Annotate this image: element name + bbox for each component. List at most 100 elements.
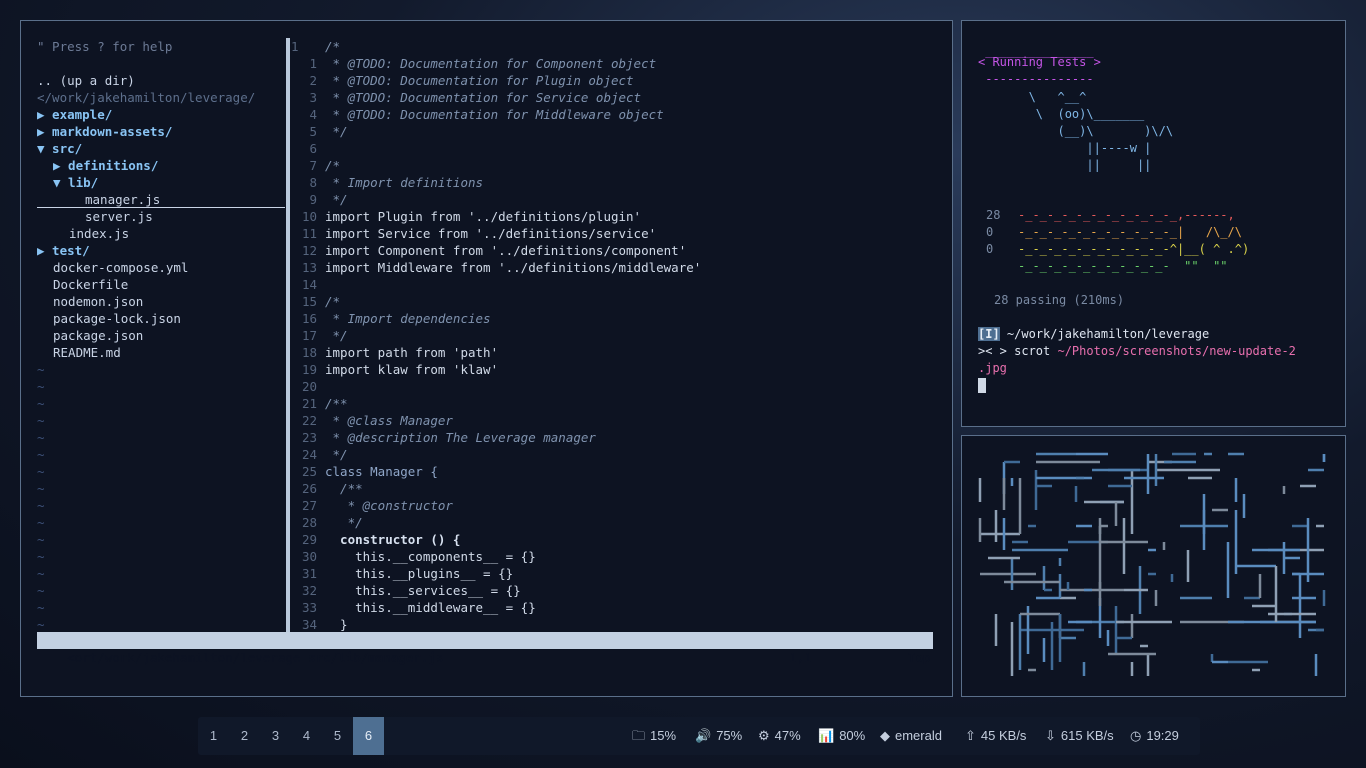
tree-empty-line[interactable]: ~: [37, 378, 45, 395]
code-line[interactable]: 27 * @constructor: [291, 497, 453, 514]
maze-window[interactable]: [961, 435, 1346, 697]
code-line[interactable]: 29 constructor () {: [291, 531, 461, 548]
tree-empty-line[interactable]: ~: [37, 582, 45, 599]
code-line[interactable]: 23 * @description The Leverage manager: [291, 429, 596, 446]
code-line[interactable]: 20: [291, 378, 325, 395]
code-line[interactable]: 22 * @class Manager: [291, 412, 453, 429]
tree-folder[interactable]: ▶ markdown-assets/: [37, 123, 172, 140]
tree-empty-line[interactable]: ~: [37, 429, 45, 446]
code-line[interactable]: 26 /**: [291, 480, 363, 497]
workspace-3[interactable]: 3: [260, 717, 291, 755]
line-text: constructor () {: [325, 532, 461, 547]
code-line[interactable]: 8 * Import definitions: [291, 174, 483, 191]
code-line[interactable]: 4 * @TODO: Documentation for Middleware …: [291, 106, 663, 123]
command-line[interactable]: >< > scrot ~/Photos/screenshots/new-upda…: [978, 343, 1296, 360]
tree-empty-line[interactable]: ~: [37, 412, 45, 429]
line-text: /*: [325, 39, 341, 54]
tree-file[interactable]: package-lock.json: [53, 310, 181, 327]
tree-folder[interactable]: ▼ src/: [37, 140, 82, 157]
wifi-name: emerald: [895, 728, 942, 743]
code-line[interactable]: 5 */: [291, 123, 347, 140]
tree-empty-line[interactable]: ~: [37, 548, 45, 565]
tree-empty-line[interactable]: ~: [37, 463, 45, 480]
tree-help[interactable]: " Press ? for help: [37, 38, 172, 55]
clock[interactable]: ◷ 19:29: [1130, 717, 1179, 755]
workspace-5[interactable]: 5: [322, 717, 353, 755]
code-line[interactable]: 11 import Service from '../definitions/se…: [291, 225, 656, 242]
status-position: 1,1: [789, 650, 812, 665]
tree-empty-line[interactable]: ~: [37, 497, 45, 514]
nyan-line: -_-_-_-_-_-_-_-_-_-_- "" "": [986, 258, 1228, 275]
code-line[interactable]: 34 }: [291, 616, 348, 633]
vim-window[interactable]: " Press ? for help .. (up a dir) </work/ja…: [20, 20, 953, 697]
tree-empty-line[interactable]: ~: [37, 480, 45, 497]
tree-file[interactable]: README.md: [53, 344, 121, 361]
upload-status[interactable]: ⇧ 45 KB/s: [965, 717, 1026, 755]
code-line[interactable]: 7 /*: [291, 157, 340, 174]
workspace-1[interactable]: 1: [198, 717, 229, 755]
disk-status[interactable]: 🗀 15%: [632, 717, 676, 755]
line-number: 2: [309, 73, 317, 88]
wifi-icon: ◆: [880, 728, 890, 743]
code-line[interactable]: 14: [291, 276, 325, 293]
tree-folder[interactable]: ▶ definitions/: [53, 157, 158, 174]
code-line[interactable]: 1 /*: [291, 38, 340, 55]
line-number: 23: [301, 430, 317, 445]
tree-empty-line[interactable]: ~: [37, 531, 45, 548]
code-line[interactable]: 28 */: [291, 514, 363, 531]
code-line[interactable]: 10 import Plugin from '../definitions/plu…: [291, 208, 641, 225]
tree-file[interactable]: package.json: [53, 327, 143, 344]
code-line[interactable]: 9 */: [291, 191, 347, 208]
code-line[interactable]: 15 /*: [291, 293, 340, 310]
tree-empty-line[interactable]: ~: [37, 395, 45, 412]
tree-file[interactable]: server.js: [85, 208, 153, 225]
tree-empty-line[interactable]: ~: [37, 446, 45, 463]
code-line[interactable]: 30 this.__components__ = {}: [291, 548, 536, 565]
code-line[interactable]: 16 * Import dependencies: [291, 310, 491, 327]
line-text: this.__services__ = {}: [325, 583, 521, 598]
tree-empty-line[interactable]: ~: [37, 361, 45, 378]
tree-cwd[interactable]: </work/jakehamilton/leverage/: [37, 89, 255, 106]
code-line[interactable]: 19 import klaw from 'klaw': [291, 361, 498, 378]
code-line[interactable]: 3 * @TODO: Documentation for Service obj…: [291, 89, 641, 106]
memory-status[interactable]: 📊 80%: [818, 717, 865, 755]
code-line[interactable]: 25 class Manager {: [291, 463, 438, 480]
code-line[interactable]: 17 */: [291, 327, 348, 344]
tree-folder[interactable]: ▶ example/: [37, 106, 112, 123]
tree-file[interactable]: Dockerfile: [53, 276, 128, 293]
code-line[interactable]: 31 this.__plugins__ = {}: [291, 565, 513, 582]
tree-updir[interactable]: .. (up a dir): [37, 72, 135, 89]
cpu-status[interactable]: ⚙ 47%: [758, 717, 801, 755]
code-line[interactable]: 2 * @TODO: Documentation for Plugin obje…: [291, 72, 633, 89]
code-line[interactable]: 24 */: [291, 446, 348, 463]
code-line[interactable]: 6: [291, 140, 325, 157]
tree-file[interactable]: manager.js: [37, 191, 285, 208]
cow-line: \ ^__^: [978, 90, 1087, 104]
code-line[interactable]: 33 this.__middleware__ = {}: [291, 599, 536, 616]
tree-file[interactable]: docker-compose.yml: [53, 259, 188, 276]
download-value: 615 KB/s: [1060, 728, 1114, 743]
volume-status[interactable]: 🔊 75%: [695, 717, 742, 755]
code-line[interactable]: 1 * @TODO: Documentation for Component o…: [291, 55, 656, 72]
tree-empty-line[interactable]: ~: [37, 599, 45, 616]
download-status[interactable]: ⇩ 615 KB/s: [1045, 717, 1114, 755]
wifi-status[interactable]: ◆ emerald: [880, 717, 942, 755]
code-line[interactable]: 13 import Middleware from '../definitions…: [291, 259, 701, 276]
tree-empty-line[interactable]: ~: [37, 514, 45, 531]
workspace-4[interactable]: 4: [291, 717, 322, 755]
tree-empty-line[interactable]: ~: [37, 565, 45, 582]
nyan-art: -_-_-_-_-_-_-_-_-_-_- "" "": [1018, 259, 1228, 273]
tree-file[interactable]: nodemon.json: [53, 293, 143, 310]
workspace-2[interactable]: 2: [229, 717, 260, 755]
nyan-art: -_-_-_-_-_-_-_-_-_-_-_| /\_/\: [1018, 225, 1242, 239]
tree-file[interactable]: index.js: [69, 225, 129, 242]
code-line[interactable]: 12 import Component from '../definitions/…: [291, 242, 686, 259]
tree-empty-line[interactable]: ~: [37, 616, 45, 633]
code-line[interactable]: 21 /**: [291, 395, 348, 412]
tree-folder[interactable]: ▼ lib/: [53, 174, 98, 191]
tree-folder[interactable]: ▶ test/: [37, 242, 90, 259]
code-line[interactable]: 32 this.__services__ = {}: [291, 582, 521, 599]
terminal-window[interactable]: _______________ < Running Tests > ------…: [961, 20, 1346, 427]
code-line[interactable]: 18 import path from 'path': [291, 344, 498, 361]
workspace-6[interactable]: 6: [353, 717, 384, 755]
